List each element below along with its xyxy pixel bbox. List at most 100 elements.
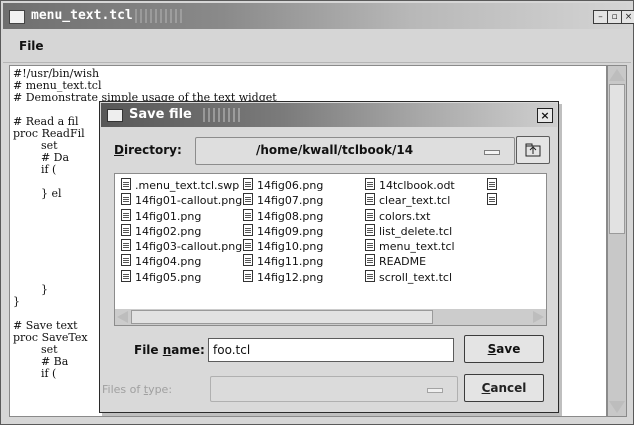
scroll-right-icon[interactable] [533,311,544,323]
vertical-scrollbar[interactable] [607,65,627,417]
horizontal-scroll-thumb[interactable] [131,310,433,324]
file-column-2: 14fig06.png 14fig07.png 14fig08.png 14fig09… [243,178,323,285]
dialog-title-bar[interactable]: Save file × [101,103,557,127]
file-name: 14fig01.png [135,209,202,223]
file-icon [121,269,131,282]
file-item[interactable]: 14fig02.png [121,223,242,239]
scroll-left-icon[interactable] [117,311,128,323]
title-decoration [203,108,243,122]
file-icon [121,223,131,236]
file-name: 14fig07.png [257,194,324,208]
file-icon [243,269,253,282]
minimize-icon[interactable]: – [593,10,608,24]
file-item[interactable]: 14fig01.png [121,208,242,224]
cancel-button[interactable]: Cancel [464,374,544,402]
file-icon [243,193,253,206]
file-name: 14fig11.png [257,255,324,269]
folder-up-icon [525,143,541,157]
file-icon [121,178,131,190]
file-icon [243,208,253,221]
file-icon [365,223,375,236]
menu-bar: File [3,30,631,63]
file-item[interactable]: menu_text.tcl [365,239,455,254]
dialog-close-icon[interactable]: × [537,108,553,123]
file-name: .menu_text.tcl.swp [135,179,240,192]
close-icon[interactable]: × [621,10,634,24]
file-column-4 [487,178,501,209]
file-item[interactable]: 14fig03-callout.png [121,239,242,254]
dropdown-indicator-icon [484,150,500,155]
filename-input[interactable] [208,338,454,362]
file-icon [243,178,253,190]
file-icon [365,208,375,221]
scroll-up-icon[interactable] [609,69,625,81]
file-item[interactable]: 14fig09.png [243,223,323,239]
file-icon [365,178,375,190]
file-icon [121,193,131,206]
file-item[interactable]: .menu_text.tcl.swp [121,178,242,193]
file-item[interactable]: 14tclbook.odt [365,178,455,193]
file-item[interactable] [487,193,501,208]
dropdown-indicator-icon [427,388,443,393]
file-icon [365,269,375,282]
dialog-title: Save file [129,107,192,122]
window-title: menu_text.tcl [31,8,133,23]
file-item[interactable]: 14fig10.png [243,239,323,254]
parent-directory-button[interactable] [516,136,550,164]
filetype-dropdown[interactable] [210,376,458,402]
code-line: } [13,295,20,308]
directory-dropdown[interactable]: /home/kwall/tclbook/14 [195,137,515,165]
file-name: README [379,255,427,269]
file-item[interactable]: 14fig04.png [121,254,242,269]
scrollbar-thumb[interactable] [609,84,625,234]
code-line: if ( [13,163,57,176]
directory-label: Directory: [114,143,182,157]
file-item[interactable]: colors.txt [365,208,455,224]
file-item[interactable]: 14fig01-callout.png [121,193,242,208]
file-item[interactable]: 14fig07.png [243,193,323,208]
file-item[interactable]: 14fig05.png [121,269,242,285]
horizontal-scrollbar[interactable] [114,309,547,326]
file-icon [121,254,131,267]
file-name: 14fig01-callout.png [135,194,243,208]
file-icon [365,239,375,252]
main-title-bar[interactable]: menu_text.tcl – ▫ × [3,3,634,29]
filetype-label: Files of type: [102,383,173,396]
title-decoration [135,9,185,23]
dialog-window-icon [107,109,123,122]
file-name: menu_text.tcl [379,240,455,254]
file-item[interactable]: 14fig08.png [243,208,324,224]
file-name: 14fig02.png [135,224,202,238]
file-icon [243,239,253,252]
filename-label: File name: [134,343,205,357]
save-button[interactable]: Save [464,335,544,363]
directory-value: /home/kwall/tclbook/14 [256,143,414,157]
file-name: list_delete.tcl [379,224,453,238]
file-name: 14fig03-callout.png [135,240,243,254]
file-name: 14fig08.png [257,209,324,223]
file-item[interactable]: scroll_text.tcl [365,269,455,285]
file-name: 14fig10.png [257,240,324,254]
file-item[interactable]: 14fig06.png [243,178,323,193]
file-icon [121,208,131,221]
file-item[interactable]: clear_text.tcl [365,193,455,208]
file-name: clear_text.tcl [379,194,451,208]
file-name: 14fig04.png [135,255,202,269]
file-column-1: .menu_text.tcl.swp 14fig01-callout.png 14f… [121,178,242,285]
file-item[interactable]: README [365,254,455,269]
file-icon [243,254,253,267]
file-item[interactable]: 14fig12.png [243,269,323,285]
file-name: colors.txt [379,209,431,223]
save-file-dialog: Save file × Directory: /home/kwall/tclbo… [99,101,559,413]
file-icon [365,193,375,206]
file-icon [243,223,253,236]
file-item[interactable] [487,178,501,193]
file-item[interactable]: 14fig11.png [243,254,323,269]
scroll-down-icon[interactable] [609,401,625,413]
file-name: 14fig06.png [257,179,324,192]
file-item[interactable]: list_delete.tcl [365,223,455,239]
menu-file[interactable]: File [19,39,44,53]
file-list[interactable]: .menu_text.tcl.swp 14fig01-callout.png 14f… [114,173,547,311]
window-icon [9,10,25,24]
maximize-icon[interactable]: ▫ [607,10,622,24]
